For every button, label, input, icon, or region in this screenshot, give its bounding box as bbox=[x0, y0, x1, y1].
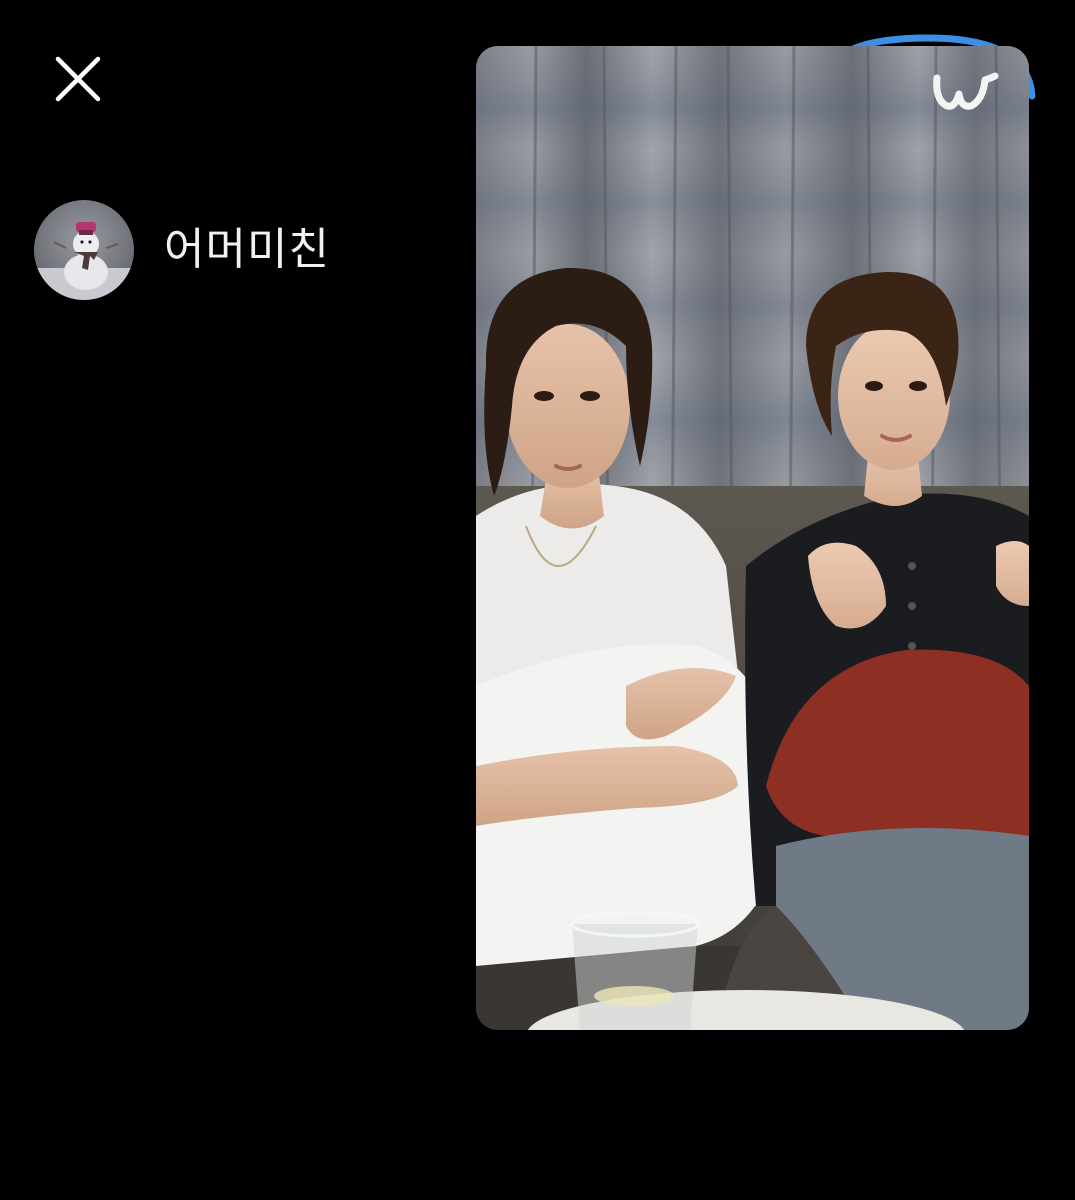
video-frame bbox=[476, 46, 1029, 1030]
close-icon bbox=[55, 56, 101, 102]
close-button[interactable] bbox=[52, 53, 104, 105]
avatar[interactable] bbox=[34, 200, 134, 300]
username: 어머미친 bbox=[164, 224, 330, 275]
profile[interactable]: 어머미친 bbox=[34, 200, 330, 300]
video-thumbnail[interactable] bbox=[476, 46, 1029, 1030]
weverse-logo-icon bbox=[933, 72, 999, 110]
